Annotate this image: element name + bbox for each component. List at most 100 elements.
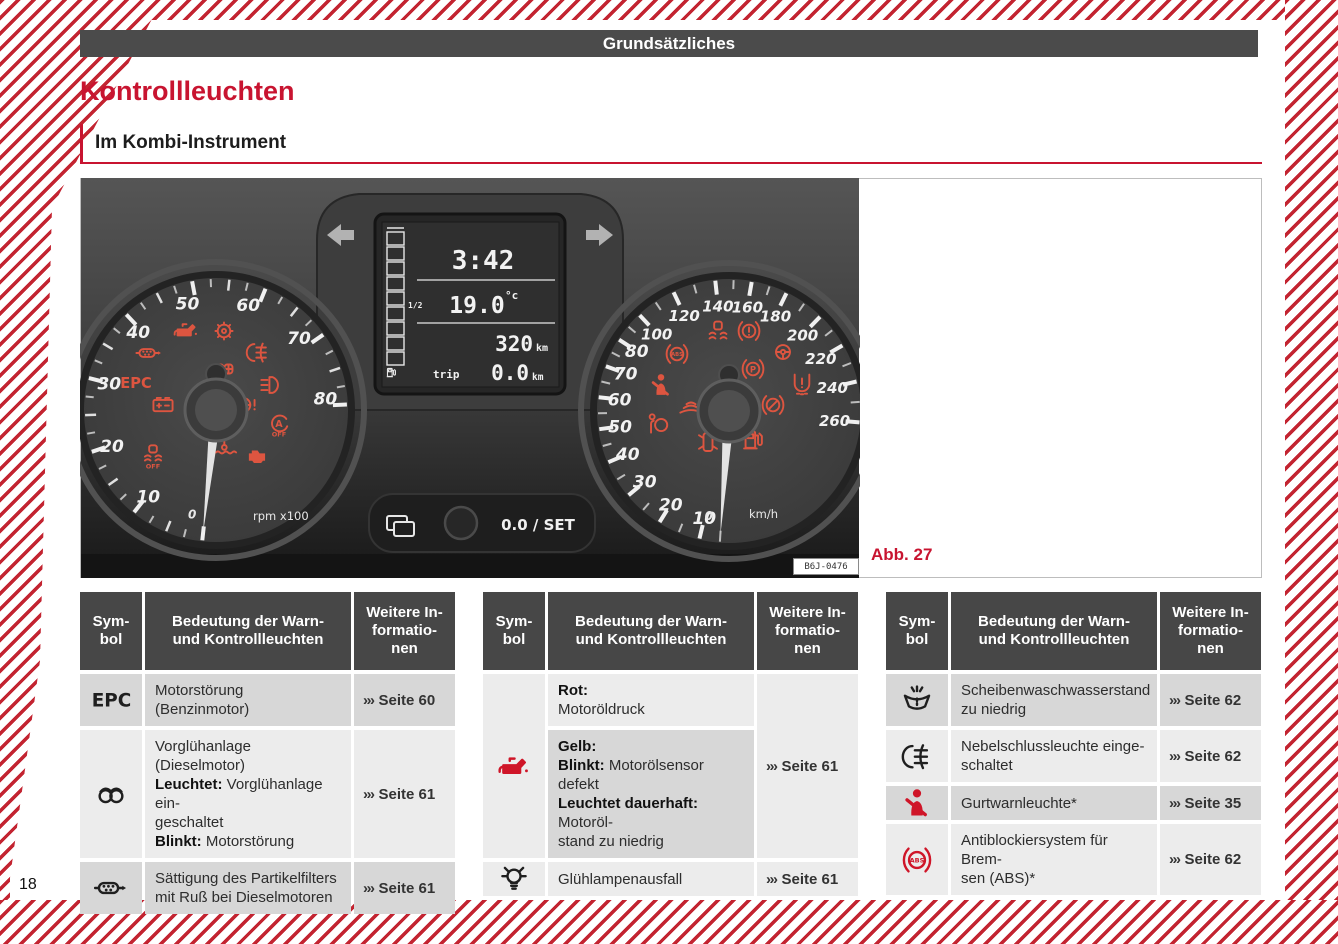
chevron-icon: ››› <box>363 879 374 898</box>
gauge-number: 40 <box>125 323 150 343</box>
gauge-number: 60 <box>608 391 632 411</box>
chevron-icon: ››› <box>363 691 374 710</box>
speedometer-unit-label: km/h <box>749 507 778 521</box>
subsection-heading: Im Kombi-Instrument <box>80 124 1262 164</box>
table-header-meaning: Bedeutung der Warn- und Kontrollleuchten <box>951 592 1157 670</box>
table-row: Nebelschlussleuchte einge- schaltet›››Se… <box>886 730 1261 782</box>
lcd-temperature: 19.0 <box>449 293 504 319</box>
symbol-cell: ABS <box>886 824 948 895</box>
washer-fluid-icon <box>900 683 934 717</box>
gauge-number: 10 <box>136 488 160 508</box>
symbol-table: Sym- bolBedeutung der Warn- und Kontroll… <box>80 592 455 914</box>
svg-text:OFF: OFF <box>146 462 160 470</box>
symbol-cell <box>886 674 948 726</box>
page-reference-label: Seite 60 <box>379 691 436 710</box>
figure-caption: Abb. 27 <box>871 545 932 565</box>
gauge-number: 50 <box>608 417 632 437</box>
table-header-symbol: Sym- bol <box>886 592 948 670</box>
page-reference-label: Seite 62 <box>1185 850 1242 869</box>
photo-code-label: B6J-0476 <box>793 558 859 575</box>
gauge-number: 20 <box>100 437 124 457</box>
gauge-zero-label: 0 <box>705 509 713 523</box>
table-header-symbol: Sym- bol <box>483 592 545 670</box>
meaning-cell-split: Rot: MotoröldruckGelb: Blinkt: Motorölse… <box>548 674 754 858</box>
table-row: Rot: MotoröldruckGelb: Blinkt: Motorölse… <box>483 674 858 858</box>
page-reference-label: Seite 61 <box>379 879 436 898</box>
lcd-trip-label: trip <box>433 368 460 381</box>
page-reference: ›››Seite 61 <box>354 730 455 858</box>
gauge-number: 40 <box>615 445 640 465</box>
needle-hub-center <box>195 389 237 431</box>
page-reference: ›››Seite 62 <box>1160 674 1261 726</box>
meaning-text: Glühlampenausfall <box>558 870 682 889</box>
lcd-temperature-unit: °c <box>505 289 518 302</box>
abs-icon: ABS <box>900 843 934 877</box>
cluster-control-strip: 0.0 / SET <box>369 494 595 552</box>
chevron-icon: ››› <box>766 757 777 776</box>
table-row: Sättigung des Partikelfilters mit Ruß be… <box>80 862 455 914</box>
lcd-trip-unit: km <box>532 372 544 383</box>
meaning-text: Gurtwarnleuchte* <box>961 794 1077 813</box>
symbol-cell <box>886 730 948 782</box>
epc-warning-icon: EPC <box>120 375 151 392</box>
chevron-icon: ››› <box>1169 691 1180 710</box>
gauge-number: 200 <box>787 327 818 345</box>
set-button-label: 0.0 / SET <box>501 516 576 534</box>
page-title: Kontrollleuchten <box>80 76 295 107</box>
page-reference: ››› Seite 61 <box>757 862 858 896</box>
warning-light-tables: Sym- bolBedeutung der Warn- und Kontroll… <box>80 592 1262 914</box>
gauge-number: 180 <box>760 308 791 326</box>
meaning-cell: Motorstörung (Benzinmotor) <box>145 674 351 726</box>
symbol-cell <box>80 730 142 858</box>
chevron-icon: ››› <box>1169 747 1180 766</box>
table-header-symbol: Sym- bol <box>80 592 142 670</box>
page-reference-label: Seite 35 <box>1185 794 1242 813</box>
page-reference-label: Seite 61 <box>782 870 839 889</box>
lcd-odometer: 320 <box>495 332 533 356</box>
meaning-text: Vorglühanlage (Dieselmotor) Leuchtet: Vo… <box>155 737 341 851</box>
lcd-odometer-unit: km <box>536 343 548 354</box>
striped-border-right <box>1285 0 1338 944</box>
tachometer-unit-label: rpm x100 <box>253 509 309 523</box>
figure-kombi-instrument: 1020304050607080EPCAOFFOFF0rpm x100 1020… <box>80 178 1262 578</box>
symbol-cell <box>80 862 142 914</box>
meaning-text: Nebelschlussleuchte einge- schaltet <box>961 737 1144 775</box>
lcd-trip-value: 0.0 <box>491 361 529 385</box>
meaning-text: Antiblockiersystem für Brem- sen (ABS)* <box>961 831 1147 888</box>
table-row: EPC Motorstörung (Benzinmotor) ››› Seite 60 <box>80 674 455 726</box>
symbol-table: Sym- bolBedeutung der Warn- und Kontroll… <box>483 592 858 914</box>
gauge-number: 30 <box>97 374 121 394</box>
svg-text:OFF: OFF <box>272 430 286 438</box>
gauge-zero-label: 0 <box>188 507 196 521</box>
meaning-cell: Antiblockiersystem für Brem- sen (ABS)* <box>951 824 1157 895</box>
meaning-text: Sättigung des Partikelfilters mit Ruß be… <box>155 869 337 907</box>
page-number: 18 <box>19 876 37 894</box>
page-reference: ›››Seite 61 <box>757 674 858 858</box>
table-row: Vorglühanlage (Dieselmotor) Leuchtet: Vo… <box>80 730 455 858</box>
gauge-number: 80 <box>314 390 338 410</box>
page-reference: ››› Seite 35 <box>1160 786 1261 820</box>
svg-text:P: P <box>750 364 756 374</box>
svg-text:ABS: ABS <box>671 352 683 358</box>
striped-border-top <box>0 0 1338 20</box>
meaning-cell: Scheibenwaschwasserstand zu niedrig <box>951 674 1157 726</box>
gauge-number: 220 <box>805 350 836 368</box>
svg-text:A: A <box>275 419 283 430</box>
table-header-info: Weitere In- formatio- nen <box>354 592 455 670</box>
chevron-icon: ››› <box>1169 794 1180 813</box>
subsection-label: Im Kombi-Instrument <box>95 132 286 154</box>
meaning-text: Scheibenwaschwasserstand zu niedrig <box>961 681 1150 719</box>
chevron-icon: ››› <box>363 785 374 804</box>
chevron-icon: ››› <box>766 870 777 889</box>
table-row: Gurtwarnleuchte* ››› Seite 35 <box>886 786 1261 820</box>
instrument-cluster-photo: 1020304050607080EPCAOFFOFF0rpm x100 1020… <box>80 178 860 578</box>
meaning-cell: Rot: Motoröldruck <box>548 674 754 726</box>
symbol-cell: EPC <box>80 674 142 726</box>
trip-reset-knob <box>445 507 477 539</box>
svg-text:EPC: EPC <box>91 690 131 711</box>
table-row: Scheibenwaschwasserstand zu niedrig ›››Se… <box>886 674 1261 726</box>
meaning-text: Motorstörung (Benzinmotor) <box>155 681 341 719</box>
symbol-cell <box>483 674 545 858</box>
gauge-number: 100 <box>641 326 672 344</box>
rear-fog-icon <box>900 739 934 773</box>
